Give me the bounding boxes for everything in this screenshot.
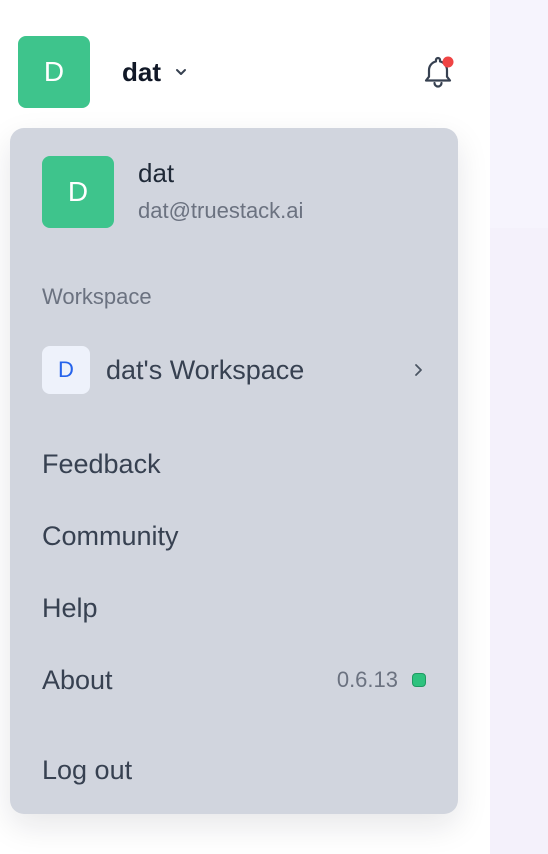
menu-avatar: D (42, 156, 114, 228)
menu-user-email: dat@truestack.ai (138, 198, 304, 223)
menu-item-logout[interactable]: Log out (42, 750, 426, 790)
main-content-header (490, 0, 548, 228)
notification-dot (442, 56, 454, 68)
main-content-area (490, 0, 548, 854)
workspace-section-label: Workspace (42, 284, 152, 309)
avatar[interactable]: D (18, 36, 90, 108)
user-dropdown-menu: D dat dat@truestack.ai Workspace D dat's… (10, 128, 458, 814)
user-menu-toggle[interactable]: dat (122, 52, 189, 92)
menu-item-feedback[interactable]: Feedback (42, 444, 426, 484)
version-label: 0.6.13 (336, 667, 398, 692)
sidebar: D dat D dat dat@truestack.ai Workspace D… (0, 0, 490, 854)
menu-item-community[interactable]: Community (42, 516, 426, 556)
chevron-down-icon (176, 69, 186, 75)
user-name: dat (122, 56, 161, 87)
workspace-badge: D (42, 346, 90, 394)
menu-item-about[interactable]: About 0.6.13 (42, 660, 426, 700)
notification-bell-icon[interactable] (418, 52, 458, 92)
menu-item-help[interactable]: Help (42, 588, 426, 628)
workspace-item[interactable]: D dat's Workspace (42, 346, 426, 394)
status-indicator (412, 673, 426, 687)
menu-item-about-label: About (42, 664, 113, 695)
menu-user-name: dat (138, 158, 175, 188)
chevron-right-icon (415, 364, 422, 376)
workspace-name: dat's Workspace (106, 354, 305, 385)
